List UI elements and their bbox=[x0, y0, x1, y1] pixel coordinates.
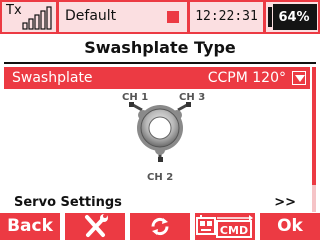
cmd-button[interactable]: CMD bbox=[195, 213, 255, 240]
tools-button[interactable] bbox=[65, 213, 125, 240]
dropdown-icon[interactable] bbox=[292, 71, 306, 85]
back-button[interactable]: Back bbox=[0, 213, 60, 240]
battery-indicator: 64% bbox=[266, 2, 318, 32]
battery-level: 64% bbox=[278, 10, 310, 25]
signal-indicator: Tx bbox=[2, 2, 56, 32]
status-bar: Tx Default 12:22:31 64% bbox=[0, 0, 320, 34]
refresh-icon bbox=[151, 217, 169, 236]
signal-bar bbox=[40, 10, 46, 30]
cmd-label: CMD bbox=[220, 224, 248, 237]
ok-button[interactable]: Ok bbox=[260, 213, 320, 240]
bottom-bar: Back CMD Ok bbox=[0, 212, 320, 240]
battery-cell-icon bbox=[268, 7, 272, 27]
clock-box: 12:22:31 bbox=[190, 2, 263, 32]
clock: 12:22:31 bbox=[195, 9, 258, 24]
signal-bars-icon bbox=[22, 6, 52, 30]
swashplate-label: Swashplate bbox=[12, 70, 93, 86]
servo-settings-arrow: >> bbox=[274, 195, 296, 210]
ch3-label: CH 3 bbox=[179, 92, 206, 103]
cmd-icon: CMD bbox=[196, 215, 253, 238]
swashplate-value[interactable]: CCPM 120° bbox=[208, 70, 286, 86]
servo-settings-label: Servo Settings bbox=[14, 195, 122, 210]
title-divider bbox=[4, 62, 316, 64]
wrench-screwdriver-icon bbox=[85, 214, 108, 237]
ch3-linkage bbox=[177, 103, 188, 112]
ch2-label: CH 2 bbox=[147, 172, 174, 183]
ch2-linkage-tip bbox=[158, 157, 163, 162]
ok-label: Ok bbox=[277, 216, 303, 236]
model-indicator-icon bbox=[167, 11, 179, 23]
signal-bar bbox=[28, 18, 34, 30]
signal-bar bbox=[46, 6, 52, 30]
model-name: Default bbox=[65, 8, 117, 24]
signal-bar bbox=[34, 14, 40, 30]
refresh-button[interactable] bbox=[130, 213, 190, 240]
signal-bar bbox=[22, 22, 28, 30]
servo-settings-row[interactable]: Servo Settings >> bbox=[4, 193, 310, 213]
swashplate-row[interactable]: Swashplate CCPM 120° bbox=[4, 67, 310, 89]
page-title: Swashplate Type bbox=[84, 38, 236, 57]
ch1-label: CH 1 bbox=[122, 92, 149, 103]
ch1-linkage bbox=[132, 103, 143, 112]
swashplate-hole bbox=[148, 116, 172, 140]
model-box[interactable]: Default bbox=[59, 2, 187, 32]
scrollbar-thumb[interactable] bbox=[312, 67, 316, 185]
back-label: Back bbox=[7, 216, 53, 236]
